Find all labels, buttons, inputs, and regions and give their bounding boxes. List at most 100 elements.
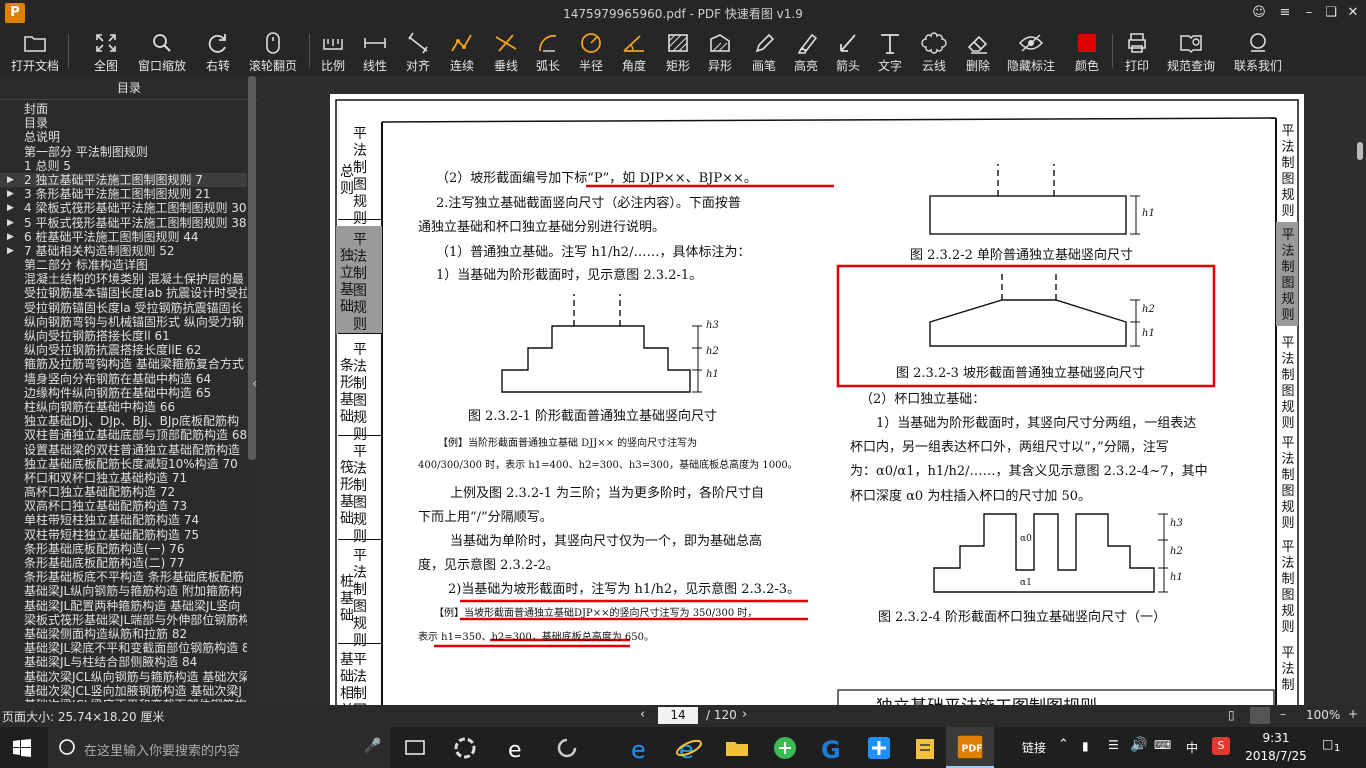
keyboard-icon[interactable]: ⌨ (1154, 738, 1171, 752)
spiral-app-icon[interactable] (550, 731, 584, 765)
pinwheel-app-icon[interactable] (448, 731, 482, 765)
toc-item[interactable]: 基础次梁JCL竖向加腋钢筋构造 基础次梁J (0, 684, 247, 698)
zoom-in-icon[interactable]: + (1348, 707, 1358, 721)
user-icon[interactable]: ☺ (1246, 0, 1272, 26)
color-button[interactable]: 颜色 (1070, 28, 1104, 74)
plus-app-icon[interactable] (862, 731, 896, 765)
toc-item[interactable]: ▶ 7 基础相关构造制图规则 52 (0, 244, 247, 258)
toc-item[interactable]: 纵向受拉钢筋搭接长度ll 61 (0, 329, 247, 343)
toc-item[interactable]: 混凝土结构的环境类别 混凝土保护层的最 (0, 272, 247, 286)
toc-item[interactable]: 柱纵向钢筋在基础中构造 66 (0, 400, 247, 414)
toc-item[interactable]: 基础梁JL纵向钢筋与箍筋构造 附加箍筋构 (0, 584, 247, 598)
zoom-out-icon[interactable]: – (1280, 707, 1286, 721)
text-tool-button[interactable]: 文字 (872, 28, 908, 74)
pen-button[interactable]: 画笔 (746, 28, 782, 74)
single-page-icon[interactable]: ▯ (1228, 708, 1235, 722)
toc-item[interactable]: 箍筋及拉筋弯钩构造 基础梁箍筋复合方式 (0, 357, 247, 371)
toc-item[interactable]: 设置基础梁的双柱普通独立基础配筋构造 (0, 443, 247, 457)
toc-item[interactable]: ▶ 2 独立基础平法施工图制图规则 7 (0, 172, 247, 188)
toc-item[interactable]: 独立基础DJj、DJp、BJj、BJp底板配筋构 (0, 414, 247, 428)
toc-item[interactable]: 双高杯口独立基础配筋构造 73 (0, 499, 247, 513)
continuous-button[interactable]: 连续 (444, 28, 480, 74)
link-label[interactable]: 链接 (1022, 739, 1046, 756)
spec-lookup-button[interactable]: 规范查询 (1164, 28, 1218, 74)
toc-item[interactable]: 双柱普通独立基础底部与顶部配筋构造 68 (0, 428, 247, 442)
toc-item[interactable]: 条形基础底板配筋构造(一) 76 (0, 542, 247, 556)
toc-item[interactable]: ▶ 3 条形基础平法施工图制图规则 21 (0, 187, 247, 201)
volume-icon[interactable]: 🔊 (1130, 737, 1147, 753)
toc-item[interactable]: 纵向受拉钢筋抗震搭接长度llE 62 (0, 343, 247, 357)
sogou-ime-icon[interactable]: S (1212, 737, 1230, 755)
ime-indicator[interactable]: 中 (1186, 739, 1198, 756)
scale-button[interactable]: 比例 (316, 28, 350, 74)
toc-item[interactable]: 梁板式筏形基础梁JL端部与外伸部位钢筋构 (0, 613, 247, 627)
perpendicular-button[interactable]: 垂线 (488, 28, 524, 74)
toc-item[interactable]: 第一部分 平法制图规则 (0, 145, 247, 159)
toc-item[interactable]: 总说明 (0, 130, 247, 144)
expand-arrow-icon[interactable]: ▶ (7, 173, 14, 187)
toc-item[interactable]: ▶ 4 梁板式筏形基础平法施工图制图规则 30 (0, 201, 247, 215)
notes-app-icon[interactable] (908, 731, 942, 765)
rectangle-button[interactable]: 矩形 (660, 28, 696, 74)
toc-item[interactable]: 基础梁JL配置两种箍筋构造 基础梁JL竖向 (0, 599, 247, 613)
edge-blue-icon[interactable]: e (624, 731, 658, 765)
toc-item[interactable]: ▶ 6 桩基础平法施工图制图规则 44 (0, 230, 247, 244)
toc-item[interactable]: 墙身竖向分布钢筋在基础中构造 64 (0, 372, 247, 386)
close-button[interactable]: ✕ (1340, 0, 1366, 26)
arrow-tool-button[interactable]: 箭头 (830, 28, 866, 74)
clock-time[interactable]: 9:31 (1250, 731, 1302, 745)
toc-item[interactable]: 双柱带短柱独立基础配筋构造 75 (0, 528, 247, 542)
toc-item[interactable]: 单柱带短柱独立基础配筋构造 74 (0, 513, 247, 527)
fit-all-button[interactable]: 全图 (86, 28, 126, 74)
toc-item[interactable]: 封面 (0, 102, 247, 116)
toc-item[interactable]: 边缘构件纵向钢筋在基础中构造 65 (0, 386, 247, 400)
toc-item[interactable]: ▶ 5 平板式筏形基础平法施工图制图规则 38 (0, 216, 247, 230)
collapse-sidebar-icon[interactable]: ‹ (252, 376, 258, 392)
document-viewport[interactable]: 平法制图规则 总则 平法制图规则 独立基础 平法制图规则 条形基础 平法制图规则 筏形基… (258, 76, 1366, 705)
windows-start-icon[interactable] (13, 739, 31, 757)
rotate-right-button[interactable]: 右转 (198, 28, 238, 74)
toc-item[interactable]: 基础次梁JCL纵向钢筋与箍筋构造 基础次梁 (0, 670, 247, 684)
toc-item[interactable]: 基础梁侧面构造纵筋和拉筋 82 (0, 627, 247, 641)
toc-item[interactable]: 受拉钢筋基本锚固长度lab 抗震设计时受拉 (0, 286, 247, 300)
toc-item[interactable]: 独立基础底板配筋长度减短10%构造 70 (0, 457, 247, 471)
clock-date[interactable]: 2018/7/25 (1240, 749, 1312, 763)
toc-item[interactable]: 基础梁JL梁底不平和变截面部位钢筋构造 8 (0, 641, 247, 655)
radius-button[interactable]: 半径 (573, 28, 609, 74)
delete-button[interactable]: 删除 (960, 28, 996, 74)
next-page-icon[interactable]: › (742, 707, 747, 722)
search-box[interactable]: 在这里输入你要搜索的内容 🎤 (48, 727, 390, 768)
contact-us-button[interactable]: 联系我们 (1230, 28, 1286, 74)
toc-item[interactable]: 基础次梁JCL梁底不平和变截面部位钢筋构 (0, 698, 247, 702)
prev-page-icon[interactable]: ‹ (640, 707, 645, 722)
expand-arrow-icon[interactable]: ▶ (7, 216, 14, 230)
page-number-input[interactable]: 14 (658, 707, 698, 724)
toc-item[interactable]: 目录 (0, 116, 247, 130)
task-view-icon[interactable] (398, 731, 432, 765)
cloud-line-button[interactable]: 云线 (916, 28, 952, 74)
arc-length-button[interactable]: 弧长 (530, 28, 566, 74)
toc-item[interactable]: 条形基础板底不平构造 条形基础底板配筋 (0, 570, 247, 584)
open-document-button[interactable]: 打开文档 (6, 28, 64, 74)
expand-arrow-icon[interactable]: ▶ (7, 201, 14, 215)
microphone-icon[interactable]: 🎤 (364, 738, 381, 754)
toc-item[interactable]: 受拉钢筋锚固长度la 受拉钢筋抗震锚固长 (0, 301, 247, 315)
wifi-icon[interactable]: ☰ (1108, 738, 1119, 752)
window-zoom-button[interactable]: 窗口缩放 (134, 28, 190, 74)
document-scrollbar[interactable] (1357, 142, 1363, 160)
hide-annotations-button[interactable]: 隐藏标注 (1004, 28, 1058, 74)
toc-item[interactable]: 1 总则 5 (0, 159, 247, 173)
toc-item[interactable]: 基础梁JL与柱结合部侧腋构造 84 (0, 655, 247, 669)
linear-button[interactable]: 线性 (358, 28, 392, 74)
expand-arrow-icon[interactable]: ▶ (7, 230, 14, 244)
toc-item[interactable]: 高杯口独立基础配筋构造 72 (0, 485, 247, 499)
expand-arrow-icon[interactable]: ▶ (7, 244, 14, 258)
expand-arrow-icon[interactable]: ▶ (7, 187, 14, 201)
notification-center-icon[interactable]: □ 1 (1322, 737, 1348, 757)
pdf-viewer-task[interactable]: PDF (946, 727, 994, 768)
print-button[interactable]: 打印 (1120, 28, 1154, 74)
green-app-icon[interactable] (768, 731, 802, 765)
continuous-page-icon[interactable] (1250, 707, 1270, 724)
ie-icon[interactable]: e (672, 731, 706, 765)
battery-icon[interactable]: ▮ (1082, 739, 1089, 753)
